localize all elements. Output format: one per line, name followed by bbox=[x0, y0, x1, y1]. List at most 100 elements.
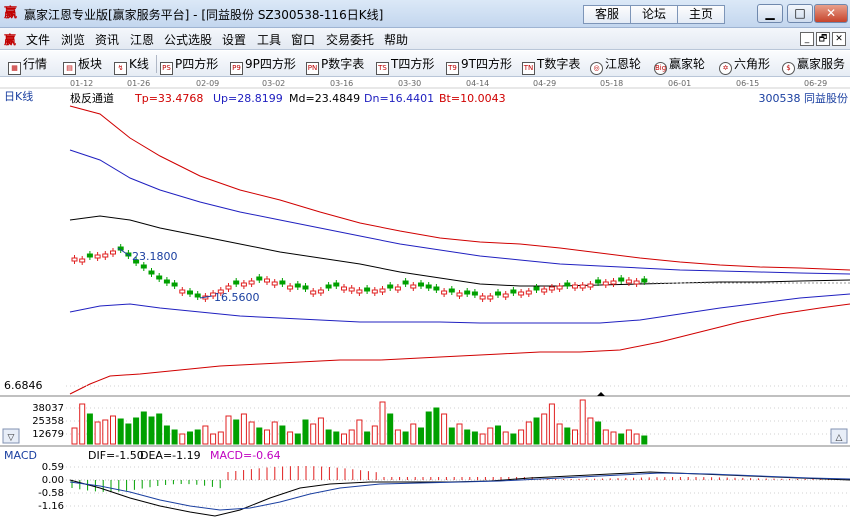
candle-body bbox=[548, 286, 555, 291]
candle-body bbox=[471, 291, 478, 296]
volume-bar bbox=[533, 417, 540, 445]
forum-button[interactable]: 论坛 bbox=[630, 5, 678, 24]
wheel-icon: ◎ bbox=[590, 62, 603, 75]
volume-bar bbox=[140, 411, 147, 445]
volume-bar bbox=[163, 425, 170, 445]
kline-chart-area[interactable]: 01-12 01-26 02-09 03-02 03-16 03-30 04-14 04-29… bbox=[0, 78, 850, 518]
toolbar-9p-square[interactable]: P9 9P四方形 bbox=[230, 55, 296, 75]
candle-body bbox=[518, 291, 525, 296]
toolbar-t-table[interactable]: TN T数字表 bbox=[522, 55, 580, 75]
volume-bar bbox=[333, 431, 340, 445]
date-axis: 01-12 01-26 02-09 03-02 03-16 03-30 04-14 04-29… bbox=[70, 79, 827, 88]
candle-body bbox=[348, 287, 355, 292]
maximize-button[interactable]: □ bbox=[787, 4, 813, 23]
close-button[interactable]: ✕ bbox=[814, 4, 848, 23]
volume-tick: 12679 bbox=[32, 429, 64, 440]
candle-body bbox=[364, 287, 371, 292]
date-tick-label: 03-02 bbox=[262, 79, 285, 88]
menu-trading[interactable]: 交易委托 bbox=[326, 31, 374, 48]
volume-bar bbox=[294, 433, 301, 445]
volume-bar bbox=[418, 427, 424, 445]
volume-bar bbox=[102, 419, 109, 445]
toolbar-label: 9P四方形 bbox=[245, 57, 296, 71]
menu-formula-selection[interactable]: 公式选股 bbox=[164, 31, 212, 48]
date-tick-label: 05-18 bbox=[600, 79, 623, 88]
candle-body bbox=[271, 281, 278, 286]
toolbar-p-table[interactable]: PN P数字表 bbox=[306, 55, 364, 75]
indicator-up: Up=28.8199 bbox=[213, 92, 283, 105]
candle-body bbox=[317, 289, 324, 294]
mdi-minimize-button[interactable]: _ bbox=[800, 32, 814, 46]
volume-bar bbox=[425, 411, 432, 445]
candle-icon: ↯ bbox=[114, 62, 127, 75]
candle-body bbox=[194, 293, 201, 298]
toolbar-label: P四方形 bbox=[175, 57, 219, 71]
candle-body bbox=[171, 282, 178, 287]
toolbar-hexagon[interactable]: ✡ 六角形 bbox=[719, 55, 770, 75]
volume-bar bbox=[502, 431, 509, 445]
minimize-button[interactable]: ▁ bbox=[757, 4, 783, 23]
toolbar-label: 9T四方形 bbox=[461, 57, 512, 71]
candle-body bbox=[148, 270, 155, 275]
candle-body bbox=[379, 288, 386, 293]
menu-info[interactable]: 资讯 bbox=[95, 31, 119, 48]
toolbar-p-square[interactable]: PS P四方形 bbox=[160, 55, 219, 75]
volume-bar bbox=[210, 433, 217, 445]
menu-tools[interactable]: 工具 bbox=[257, 31, 281, 48]
menu-browse[interactable]: 浏览 bbox=[61, 31, 85, 48]
toolbar-gann-wheel[interactable]: ◎ 江恩轮 bbox=[590, 55, 641, 75]
volume-bar bbox=[572, 429, 578, 445]
volume-bar bbox=[341, 433, 347, 445]
candle-body bbox=[441, 290, 448, 295]
volume-bar bbox=[402, 431, 409, 445]
volume-bar bbox=[495, 425, 501, 445]
kline-chart-svg[interactable]: 01-12 01-26 02-09 03-02 03-16 03-30 04-14 04-29… bbox=[0, 78, 850, 518]
homepage-button[interactable]: 主页 bbox=[677, 5, 725, 24]
macd-histogram bbox=[71, 466, 845, 492]
toolbar-quotes[interactable]: ▦ 行情 bbox=[8, 55, 47, 75]
volume-bar bbox=[79, 403, 86, 445]
volume-bar bbox=[171, 429, 178, 445]
menu-file[interactable]: 文件 bbox=[26, 31, 50, 48]
toolbar-9t-square[interactable]: T9 9T四方形 bbox=[446, 55, 512, 75]
menu-window[interactable]: 窗口 bbox=[291, 31, 315, 48]
candle-body bbox=[464, 290, 471, 295]
candle-body bbox=[525, 290, 532, 295]
toolbar-kline[interactable]: ↯ K线 bbox=[114, 55, 149, 75]
date-tick-label: 02-09 bbox=[196, 79, 219, 88]
candle-body bbox=[618, 277, 625, 282]
volume-bar bbox=[456, 423, 463, 445]
candle-body bbox=[418, 282, 424, 287]
customer-service-button[interactable]: 客服 bbox=[583, 5, 631, 24]
candle-body bbox=[156, 275, 163, 280]
candle-body bbox=[94, 254, 101, 259]
toolbar-label: K线 bbox=[129, 57, 149, 71]
menu-settings[interactable]: 设置 bbox=[222, 31, 246, 48]
candle-body bbox=[240, 282, 247, 287]
big-icon: Big bbox=[654, 62, 667, 75]
date-tick-label: 01-26 bbox=[127, 79, 150, 88]
volume-bar bbox=[510, 433, 517, 445]
volume-bar bbox=[548, 403, 555, 445]
macd-dif-line bbox=[69, 471, 850, 517]
menu-help[interactable]: 帮助 bbox=[384, 31, 408, 48]
candle-body bbox=[541, 288, 548, 293]
mdi-restore-button[interactable]: 🗗 bbox=[816, 32, 830, 46]
volume-bar bbox=[179, 433, 186, 445]
candle-body bbox=[110, 250, 116, 255]
window-title: 赢家江恩专业版[赢家服务平台] - [同益股份 SZ300538-116日K线] bbox=[24, 8, 384, 22]
mdi-close-button[interactable]: ✕ bbox=[832, 32, 846, 46]
toolbar-sector[interactable]: ▤ 板块 bbox=[63, 55, 102, 75]
candle-body bbox=[356, 289, 363, 294]
toolbar-winner-service[interactable]: $ 赢家服务 bbox=[782, 55, 845, 75]
volume-bar bbox=[156, 413, 163, 445]
volume-bar bbox=[348, 429, 355, 445]
menu-gann[interactable]: 江恩 bbox=[130, 31, 154, 48]
p9-icon: P9 bbox=[230, 62, 243, 75]
candle-body bbox=[233, 280, 240, 285]
toolbar-winner-wheel[interactable]: Big 赢家轮 bbox=[654, 55, 705, 75]
volume-bar bbox=[125, 423, 132, 445]
toolbar-t-square[interactable]: TS T四方形 bbox=[376, 55, 434, 75]
app-logo-icon: 赢 bbox=[4, 6, 18, 21]
volume-bars bbox=[71, 399, 648, 445]
